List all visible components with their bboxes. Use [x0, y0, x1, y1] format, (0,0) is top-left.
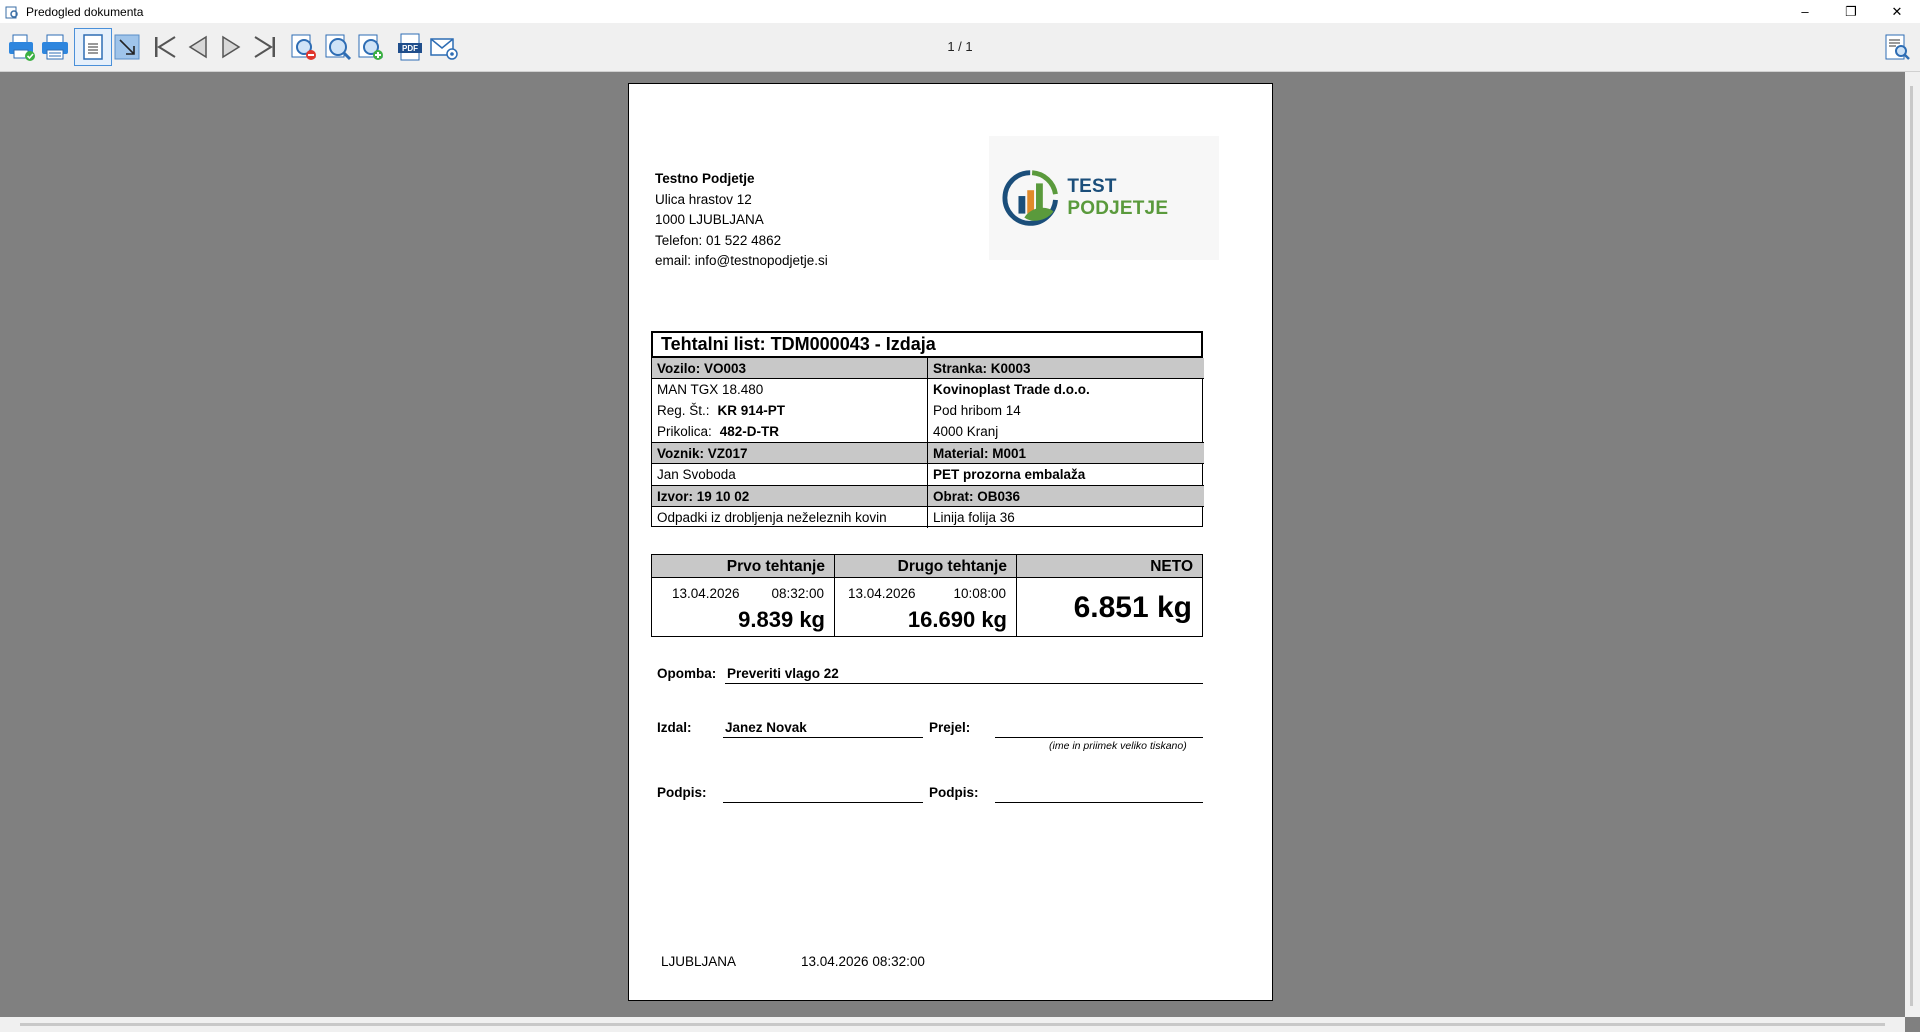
second-weighing-value: 16.690 kg: [907, 607, 1007, 632]
email-icon: [430, 38, 458, 60]
fit-page-icon: [114, 34, 140, 60]
company-block: Testno Podjetje Ulica hrastov 12 1000 LJ…: [655, 169, 828, 272]
minimize-button[interactable]: –: [1782, 0, 1828, 23]
second-weighing: Drugo tehtanje 13.04.2026 10:08:00 16.690…: [835, 555, 1017, 636]
svg-text:PDF: PDF: [402, 44, 418, 53]
source-name: Odpadki iz drobljenja neželeznih kovin: [657, 510, 887, 525]
material-name: PET prozorna embalaža: [933, 467, 1086, 482]
vehicle-trailer-value: 482-D-TR: [719, 424, 780, 439]
vertical-scrollbar[interactable]: [1905, 72, 1920, 1017]
received-hint: (ime in priimek veliko tiskano): [1049, 740, 1187, 752]
vertical-scroll-thumb[interactable]: [1910, 86, 1913, 1006]
page-layout-button[interactable]: [74, 28, 112, 66]
page-indicator: 1 / 1: [947, 39, 973, 54]
close-button[interactable]: ✕: [1874, 0, 1920, 23]
info-table: Vozilo: VO003 MAN TGX 18.480 Reg. Št.: KR…: [651, 358, 1204, 528]
plant-cell: Obrat: OB036 Linija folija 36: [928, 486, 1204, 528]
print-button[interactable]: [36, 28, 74, 66]
document-page: Testno Podjetje Ulica hrastov 12 1000 LJ…: [628, 83, 1273, 1001]
signature-right-label: Podpis:: [929, 785, 979, 800]
export-pdf-button[interactable]: PDF: [391, 28, 429, 66]
first-weighing-value: 9.839 kg: [738, 607, 825, 632]
vehicle-cell: Vozilo: VO003 MAN TGX 18.480 Reg. Št.: KR…: [652, 358, 928, 443]
vehicle-reg-value: KR 914-PT: [717, 403, 786, 418]
company-phone: Telefon: 01 522 4862: [655, 232, 782, 248]
last-page-icon: [254, 36, 275, 58]
prev-page-icon: [188, 35, 207, 59]
customer-street: Pod hribom 14: [933, 403, 1021, 418]
app-icon: [5, 6, 18, 18]
company-email: email: info@testnopodjetje.si: [655, 253, 828, 268]
source-cell: Izvor: 19 10 02 Odpadki iz drobljenja ne…: [652, 486, 928, 528]
zoom-out-icon: [291, 34, 317, 60]
customer-name: Kovinoplast Trade d.o.o.: [933, 382, 1090, 397]
pdf-icon: PDF: [398, 33, 422, 61]
footer-city: LJUBLJANA: [661, 954, 737, 969]
customer-header: Stranka: K0003: [928, 358, 1204, 379]
logo-mark-icon: [1002, 170, 1058, 226]
restore-button[interactable]: ❐: [1828, 0, 1874, 23]
vehicle-trailer-row: Prikolica: 482-D-TR: [657, 424, 780, 439]
zoom-in-button[interactable]: [352, 28, 390, 66]
customer-city: 4000 Kranj: [933, 424, 999, 439]
net-weight-value: 6.851 kg: [1073, 591, 1192, 624]
send-email-button[interactable]: [425, 28, 463, 66]
horizontal-scrollbar[interactable]: [0, 1017, 1905, 1032]
title-bar: Predogled dokumenta – ❐ ✕: [0, 0, 1920, 23]
first-weighing: Prvo tehtanje 13.04.2026 08:32:00 9.839 k…: [652, 555, 835, 636]
first-weighing-datetime: 13.04.2026 08:32:00: [672, 586, 824, 601]
print-setup-icon: [9, 34, 35, 61]
received-value: [995, 720, 1203, 738]
logo-text: TEST PODJETJE: [1067, 176, 1169, 219]
company-logo: TEST PODJETJE: [989, 136, 1219, 260]
source-header: Izvor: 19 10 02: [652, 486, 927, 507]
note-label: Opomba:: [657, 666, 717, 681]
first-weighing-header: Prvo tehtanje: [652, 555, 834, 578]
plant-header: Obrat: OB036: [928, 486, 1204, 507]
driver-name: Jan Svoboda: [657, 467, 736, 482]
footer-datetime: 13.04.2026 08:32:00: [801, 954, 925, 969]
zoom-icon: [325, 34, 352, 61]
search-doc-icon: [1885, 34, 1910, 60]
company-name: Testno Podjetje: [655, 171, 755, 186]
zoom-out-button[interactable]: [285, 28, 323, 66]
next-page-button[interactable]: [212, 28, 250, 66]
window-title: Predogled dokumenta: [26, 4, 144, 19]
first-page-icon: [155, 36, 176, 58]
received-label: Prejel:: [929, 720, 971, 735]
second-weighing-datetime: 13.04.2026 10:08:00: [848, 586, 1006, 601]
net-weight: NETO 6.851 kg: [1017, 555, 1202, 636]
signature-left-line: [723, 785, 923, 803]
driver-cell: Voznik: VZ017 Jan Svoboda: [652, 443, 928, 486]
issued-label: Izdal:: [657, 720, 692, 735]
note-value: Preveriti vlago 22: [725, 666, 1203, 684]
driver-header: Voznik: VZ017: [652, 443, 927, 464]
print-icon: [42, 34, 68, 60]
document-title: Tehtalni list: TDM000043 - Izdaja: [651, 331, 1203, 358]
vehicle-header: Vozilo: VO003: [652, 358, 927, 379]
company-city: 1000 LJUBLJANA: [655, 212, 764, 227]
customer-cell: Stranka: K0003 Kovinoplast Trade d.o.o. …: [928, 358, 1204, 443]
second-weighing-header: Drugo tehtanje: [835, 555, 1016, 578]
search-document-button[interactable]: [1878, 28, 1916, 66]
horizontal-scroll-thumb[interactable]: [20, 1023, 1885, 1026]
issued-value: Janez Novak: [723, 720, 923, 738]
net-weight-header: NETO: [1017, 555, 1202, 578]
fit-page-button[interactable]: [108, 28, 146, 66]
zoom-in-icon: [358, 34, 384, 60]
next-page-icon: [222, 35, 241, 59]
material-cell: Material: M001 PET prozorna embalaža: [928, 443, 1204, 486]
signature-left-label: Podpis:: [657, 785, 707, 800]
vehicle-reg-row: Reg. Št.: KR 914-PT: [657, 403, 786, 418]
plant-name: Linija folija 36: [933, 510, 1015, 525]
company-street: Ulica hrastov 12: [655, 191, 752, 207]
page-layout-icon: [83, 34, 103, 60]
signature-right-line: [995, 785, 1203, 803]
last-page-button[interactable]: [246, 28, 284, 66]
material-header: Material: M001: [928, 443, 1204, 464]
weighing-table: Prvo tehtanje 13.04.2026 08:32:00 9.839 k…: [651, 554, 1203, 637]
toolbar: PDF 1 / 1: [0, 23, 1920, 72]
vehicle-model: MAN TGX 18.480: [657, 382, 764, 397]
